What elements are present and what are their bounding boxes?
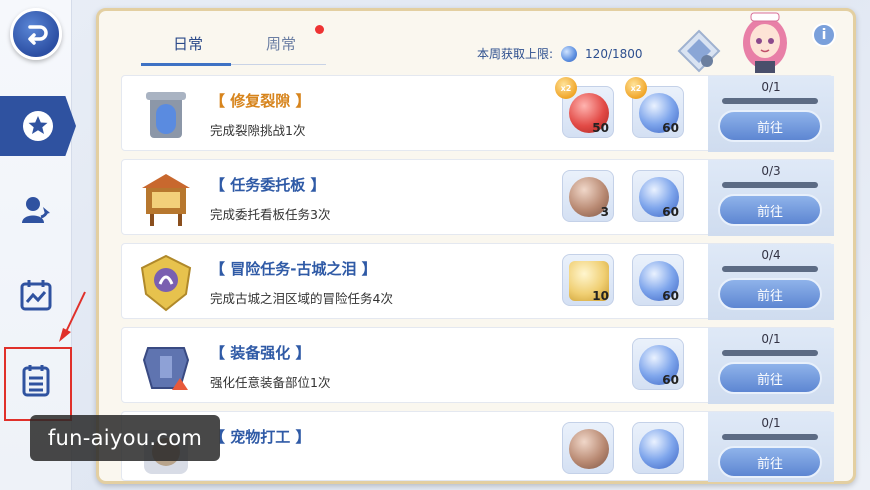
progress-label: 0/3: [761, 164, 781, 178]
reward-item[interactable]: [562, 422, 614, 474]
portal-gate-icon: [136, 86, 196, 144]
tab-bar: 日常 周常: [141, 33, 326, 69]
reward-item[interactable]: 60: [632, 254, 684, 306]
reward-quantity: 60: [662, 289, 679, 303]
reward-quantity: 60: [662, 373, 679, 387]
reward-quantity: 60: [662, 121, 679, 135]
watermark: fun-aiyou.com: [30, 415, 220, 461]
task-row: 【 任务委托板 】完成委托看板任务3次 3 60 0/3 前往: [121, 159, 834, 236]
task-action-area: 0/1 前往: [708, 76, 834, 152]
progress-label: 0/1: [761, 80, 781, 94]
info-button[interactable]: i: [812, 23, 836, 47]
blue-gem-icon: [639, 429, 679, 469]
tab-divider: [231, 64, 326, 65]
reward-quantity: 10: [592, 289, 609, 303]
reward-quantity: 3: [600, 205, 609, 219]
sidebar-tab-profile[interactable]: [0, 180, 72, 240]
back-arrow-icon: [28, 25, 48, 45]
tab-weekly[interactable]: 周常: [266, 33, 296, 54]
active-tab-indicator: [141, 63, 231, 66]
task-title: 【 任务委托板 】: [210, 176, 326, 194]
task-row: 【 修复裂隙 】完成裂隙挑战1次 50 x2 60 x2 0/1 前往: [121, 75, 834, 152]
star-icon: [23, 111, 53, 141]
weekly-limit: 本周获取上限: 120/1800: [477, 45, 643, 62]
progress-bar: [722, 182, 818, 188]
progress-bar: [722, 434, 818, 440]
weekly-limit-value: 120/1800: [585, 46, 643, 61]
task-panel: 日常 周常 本周获取上限: 120/1800 i 【 修复裂隙 】完成裂隙挑战1…: [96, 8, 856, 484]
task-description: 完成古城之泪区域的冒险任务4次: [210, 291, 393, 306]
progress-label: 0/4: [761, 248, 781, 262]
progress-bar: [722, 266, 818, 272]
notice-board-icon: [136, 170, 196, 228]
reward-quantity: 60: [662, 205, 679, 219]
gem-icon: [561, 45, 578, 62]
go-button[interactable]: 前往: [718, 362, 822, 394]
reward-item[interactable]: 60: [632, 338, 684, 390]
weekly-limit-label: 本周获取上限:: [477, 47, 554, 61]
user-progress-icon: [22, 197, 50, 223]
armor-upgrade-icon: [136, 338, 196, 396]
task-description: 完成委托看板任务3次: [210, 207, 331, 222]
task-row: 【 冒险任务-古城之泪 】完成古城之泪区域的冒险任务4次 10 60 0/4 前往: [121, 243, 834, 320]
task-row: 【 宠物打工 】 0/1 前往: [121, 411, 834, 482]
task-title: 【 宠物打工 】: [210, 428, 311, 446]
task-title: 【 修复裂隙 】: [210, 92, 311, 110]
task-title: 【 冒险任务-古城之泪 】: [210, 260, 377, 278]
diamond-badge-icon[interactable]: [677, 29, 721, 73]
go-button[interactable]: 前往: [718, 194, 822, 226]
reward-item[interactable]: 60: [632, 170, 684, 222]
character-avatar: [743, 12, 787, 73]
task-description: 完成裂隙挑战1次: [210, 123, 306, 138]
reward-item[interactable]: 60 x2: [625, 77, 684, 138]
bronze-coin-icon: [569, 429, 609, 469]
go-button[interactable]: 前往: [718, 278, 822, 310]
double-reward-badge-icon: x2: [555, 77, 577, 99]
double-reward-badge-icon: x2: [625, 77, 647, 99]
reward-item[interactable]: [632, 422, 684, 474]
progress-label: 0/1: [761, 416, 781, 430]
reward-item[interactable]: 3: [562, 170, 614, 222]
notification-dot: [315, 25, 324, 34]
task-description: 强化任意装备部位1次: [210, 375, 331, 390]
crest-emblem-icon: [136, 254, 196, 312]
reward-quantity: 50: [592, 121, 609, 135]
progress-bar: [722, 350, 818, 356]
task-action-area: 0/1 前往: [708, 412, 834, 482]
progress-label: 0/1: [761, 332, 781, 346]
task-title: 【 装备强化 】: [210, 344, 311, 362]
highlight-box: [4, 347, 72, 421]
reward-item[interactable]: 10: [562, 254, 614, 306]
calendar-chart-icon: [20, 280, 52, 311]
sidebar-tab-star[interactable]: [0, 96, 76, 156]
task-action-area: 0/3 前往: [708, 160, 834, 236]
task-action-area: 0/1 前往: [708, 328, 834, 404]
annotation-arrow-icon: [59, 291, 86, 342]
progress-bar: [722, 98, 818, 104]
back-button[interactable]: [10, 8, 62, 60]
task-row: 【 装备强化 】强化任意装备部位1次 60 0/1 前往: [121, 327, 834, 404]
task-action-area: 0/4 前往: [708, 244, 834, 320]
go-button[interactable]: 前往: [718, 110, 822, 142]
reward-item[interactable]: 50 x2: [555, 77, 614, 138]
tab-daily[interactable]: 日常: [173, 33, 203, 54]
go-button[interactable]: 前往: [718, 446, 822, 478]
